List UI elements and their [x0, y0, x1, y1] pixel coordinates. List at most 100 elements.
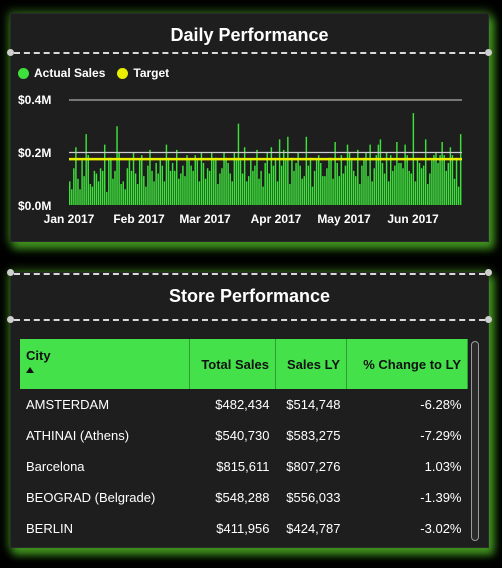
- sales-bar: [309, 157, 312, 205]
- sales-bar: [266, 152, 268, 205]
- sales-bar: [118, 152, 120, 205]
- sales-bar: [328, 157, 330, 205]
- sales-bar: [303, 176, 306, 206]
- resize-handle[interactable]: [485, 316, 492, 323]
- sales-bar: [299, 165, 301, 206]
- sales-bar: [145, 186, 147, 206]
- sales-bar: [396, 142, 398, 205]
- sales-bar: [289, 184, 291, 205]
- sales-bar: [392, 170, 394, 206]
- sales-bar: [128, 160, 131, 206]
- scrollbar-thumb[interactable]: [471, 341, 479, 541]
- table-row[interactable]: BEOGRAD (Belgrade) $548,288 $556,033 -1.…: [20, 482, 468, 513]
- sales-bar: [427, 184, 429, 205]
- sales-bar: [151, 170, 153, 206]
- sales-bar: [227, 163, 229, 205]
- sales-bar: [153, 181, 155, 206]
- sales-bar: [278, 139, 281, 206]
- sales-bar: [326, 168, 328, 205]
- sales-bar: [196, 160, 199, 206]
- table-row[interactable]: AMSTERDAM $482,434 $514,748 -6.28%: [20, 389, 468, 420]
- column-header-total-sales[interactable]: Total Sales: [189, 339, 276, 389]
- sales-bar: [87, 155, 89, 206]
- table-header-row: City Total Sales Sales LY % Change to LY: [20, 339, 468, 389]
- x-tick-label: Mar 2017: [179, 212, 231, 226]
- sales-bar: [342, 173, 345, 205]
- sales-bar: [190, 165, 192, 206]
- cell-total-sales: $411,956: [216, 521, 270, 536]
- sales-bar: [237, 123, 240, 205]
- sales-bar: [71, 189, 73, 205]
- resize-handle[interactable]: [7, 316, 14, 323]
- sales-bar: [157, 173, 159, 205]
- sales-bar: [167, 157, 170, 205]
- sales-bar: [231, 181, 234, 206]
- cell-sales-ly: $424,787: [286, 521, 341, 536]
- sales-bar: [81, 160, 83, 206]
- sales-bar: [215, 157, 217, 205]
- table-row[interactable]: BERLIN $411,956 $424,787 -3.02%: [20, 513, 468, 544]
- sales-bar: [418, 163, 421, 205]
- cell-city: BERLIN: [26, 521, 73, 536]
- sales-bar: [340, 155, 343, 206]
- sales-bar: [225, 157, 227, 205]
- table-row[interactable]: ATHINAI (Athens) $540,730 $583,275 -7.29…: [20, 420, 468, 451]
- sales-bar: [77, 178, 79, 205]
- sales-bar: [208, 170, 211, 206]
- sales-bar: [424, 139, 427, 206]
- sales-bar: [274, 157, 277, 205]
- title-underline: [14, 319, 485, 321]
- cell-sales-ly: $556,033: [286, 490, 341, 505]
- cell-city: Barcelona: [26, 459, 85, 474]
- sales-bar: [159, 160, 161, 206]
- sales-bar: [97, 181, 100, 206]
- sales-bar: [85, 134, 87, 206]
- sales-bar: [69, 181, 71, 206]
- column-header-sales-ly[interactable]: Sales LY: [275, 339, 347, 389]
- store-table: City Total Sales Sales LY % Change to LY…: [20, 339, 468, 544]
- sales-bar: [334, 142, 336, 205]
- sales-bar: [355, 176, 357, 206]
- x-tick-label: Apr 2017: [251, 212, 302, 226]
- sales-bar: [383, 173, 386, 205]
- sales-bar: [192, 170, 194, 206]
- sales-bar: [433, 155, 435, 206]
- sales-bar: [307, 165, 310, 206]
- sales-bar: [75, 147, 77, 205]
- sales-bar: [285, 160, 287, 206]
- table-row[interactable]: Barcelona $815,611 $807,276 1.03%: [20, 451, 468, 482]
- sales-bar: [260, 170, 262, 206]
- column-header-pct-change[interactable]: % Change to LY: [346, 339, 468, 389]
- sales-bar: [241, 173, 244, 205]
- sales-bar: [441, 142, 443, 205]
- column-header-city[interactable]: City: [20, 339, 190, 389]
- panel-top-border: [14, 273, 485, 275]
- sales-bar: [250, 160, 252, 206]
- sales-bar: [422, 165, 425, 206]
- sales-bar: [280, 165, 283, 206]
- sales-bar: [95, 173, 98, 205]
- resize-handle[interactable]: [7, 269, 14, 276]
- sales-bar: [171, 163, 174, 205]
- sales-bar: [161, 165, 164, 206]
- daily-sales-chart[interactable]: $0.4M $0.2M $0.0M Jan 2017 Feb 2017 Mar 20…: [11, 14, 488, 241]
- sales-bar: [235, 157, 238, 205]
- y-tick-label: $0.2M: [18, 146, 51, 160]
- x-tick-label: Jan 2017: [44, 212, 95, 226]
- sales-bar: [101, 170, 104, 206]
- sales-bar: [268, 173, 271, 205]
- sales-bar: [163, 181, 166, 206]
- sort-ascending-icon: [26, 367, 34, 373]
- sales-bar: [248, 176, 250, 206]
- y-tick-label: $0.4M: [18, 93, 51, 107]
- sales-bar: [186, 155, 188, 206]
- sales-bar: [103, 144, 106, 206]
- sales-bar: [188, 160, 190, 206]
- sales-bar: [73, 168, 75, 205]
- sales-bar: [439, 155, 441, 206]
- sales-bar: [134, 173, 137, 205]
- sales-bar: [361, 165, 363, 206]
- sales-bar: [350, 160, 353, 206]
- resize-handle[interactable]: [485, 269, 492, 276]
- sales-bar: [213, 160, 215, 206]
